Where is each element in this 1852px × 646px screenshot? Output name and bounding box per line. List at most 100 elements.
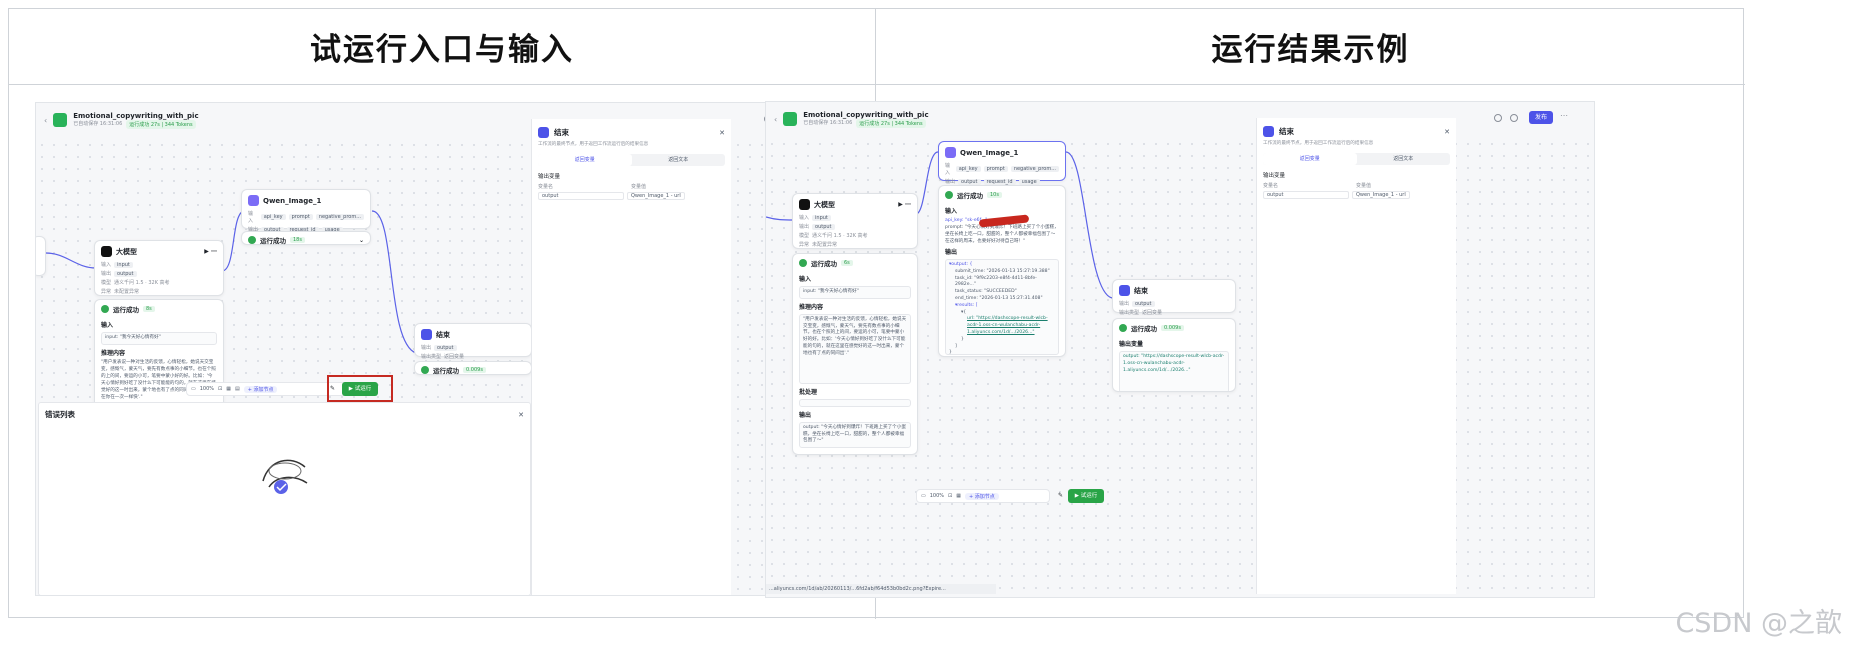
- run-status: 运行成功: [260, 237, 286, 245]
- minimap-icon[interactable]: ▭: [191, 386, 196, 392]
- qwen-input-chip: api_key: [260, 214, 286, 220]
- output-title: 输出: [945, 249, 958, 256]
- output-value[interactable]: output: "https://dashscope-result-wlcb-a…: [1119, 351, 1229, 391]
- llm-run-result: 运行成功 6s 输入 input: "我今天好心情有好" 推理内容 "用户发表说一…: [792, 253, 918, 455]
- llm-model-label: 模型: [799, 233, 810, 239]
- qwen-output-chip: request_id: [983, 178, 1016, 185]
- start-node-edge[interactable]: [36, 236, 46, 276]
- qwen-input-chip: negative_prom...: [315, 214, 364, 220]
- return-mode-switch: 返回变量 返回文本: [538, 154, 725, 166]
- json-line: submit_time: "2026-01-13 15:27:19.388": [955, 268, 1050, 274]
- minimap-icon[interactable]: ▭: [921, 493, 926, 499]
- end-icon: [1263, 126, 1274, 137]
- link-icon[interactable]: [1494, 114, 1502, 122]
- llm-model-label: 模型: [101, 280, 112, 286]
- grid-icon[interactable]: ▦: [226, 386, 231, 392]
- qwen-output-chip: output: [958, 178, 981, 185]
- thinking-title: 推理内容: [101, 349, 126, 357]
- run-node-icon[interactable]: ▶ ⋯: [898, 201, 911, 208]
- run-time: 0.009s: [1161, 325, 1184, 331]
- grid-icon[interactable]: ▦: [956, 493, 961, 499]
- panel-desc: 工作流的最终节点，用于返回工作流运行后的结果信息: [1263, 141, 1374, 146]
- watermark: CSDN @之歆: [1675, 608, 1842, 639]
- success-icon: [1119, 324, 1127, 332]
- col-value: 变量值: [631, 184, 647, 190]
- chevron-down-icon[interactable]: ⌄: [359, 237, 364, 244]
- end-mode: 返回变量: [1142, 310, 1163, 316]
- end-mode: 返回变量: [444, 354, 465, 360]
- qwen-input-chip: prompt: [983, 166, 1008, 172]
- tool-icon[interactable]: ✎: [1058, 492, 1063, 499]
- zoom-level[interactable]: 100%: [200, 386, 214, 392]
- run-time: 6s: [841, 260, 853, 266]
- qwen-input-chip: prompt: [288, 214, 313, 220]
- qwen-image-node[interactable]: Qwen_Image_1 输入 api_key prompt negative_pro…: [938, 141, 1066, 185]
- right-workflow-screenshot: ‹ Emotional_copywriting_with_pic 已自动保存 1…: [765, 101, 1595, 598]
- qwen-image-node[interactable]: Qwen_Image_1 输入 api_key prompt negative_pro…: [241, 189, 371, 233]
- end-run-result[interactable]: 运行成功 0.009s: [414, 361, 532, 375]
- trial-run-button[interactable]: ▶ 试运行: [1068, 489, 1104, 503]
- llm-exception: 未配置异常: [114, 289, 140, 295]
- llm-input-chip: input: [812, 214, 831, 221]
- qwen-input-chip: api_key: [955, 166, 981, 172]
- input-value: input: "我今天好心情有好": [101, 332, 217, 345]
- tab-return-vars[interactable]: 返回变量: [1263, 153, 1357, 165]
- output-json: ▾output: { submit_time: "2026-01-13 15:2…: [945, 259, 1059, 355]
- qwen-run-result[interactable]: 运行成功 18s ⌄: [241, 231, 371, 245]
- publish-button[interactable]: 发布: [1529, 111, 1553, 124]
- qwen-input-label: 输入: [945, 163, 951, 176]
- col-name: 变量名: [538, 184, 554, 190]
- add-node-button[interactable]: + 添加节点: [243, 385, 278, 393]
- fit-icon[interactable]: ⊡: [948, 493, 952, 499]
- run-status: 运行成功: [811, 260, 837, 268]
- json-line: task_status: "SUCCEEDED": [955, 289, 1017, 295]
- input-value: input: "我今天好心情有好": [799, 286, 911, 299]
- layout-icon[interactable]: ▤: [235, 386, 240, 392]
- run-time: 8s: [143, 306, 155, 312]
- more-icon[interactable]: ⋯: [1560, 111, 1568, 120]
- end-output-label: 输出: [1119, 301, 1130, 307]
- history-icon[interactable]: [1510, 114, 1518, 122]
- close-icon[interactable]: ✕: [1444, 128, 1450, 136]
- end-node[interactable]: 结束 输出 output 输出类型 返回变量: [414, 323, 532, 360]
- input-title: 输入: [101, 322, 114, 329]
- highlight-box: [327, 375, 393, 402]
- close-icon[interactable]: ✕: [518, 411, 524, 419]
- output-value: output: "今天心情好到爆炸！下班路上买了个小蛋糕，坐在长椅上吃一口，甜甜…: [799, 421, 911, 449]
- tab-return-text[interactable]: 返回文本: [1357, 153, 1451, 165]
- left-header: 试运行入口与输入: [9, 9, 875, 85]
- var-source-select[interactable]: Qwen_Image_1 - url: [1352, 191, 1410, 199]
- result-url-link[interactable]: url: "https://dashscope-result-wlcb-acdr…: [949, 316, 1055, 336]
- run-node-icon[interactable]: ▶ ⋯: [204, 248, 217, 255]
- end-icon: [421, 329, 432, 340]
- tab-return-vars[interactable]: 返回变量: [538, 154, 632, 166]
- zoom-level[interactable]: 100%: [930, 493, 944, 499]
- add-node-button[interactable]: + 添加节点: [964, 492, 999, 500]
- left-workflow-screenshot: ‹ Emotional_copywriting_with_pic 已自动保存 1…: [35, 102, 859, 596]
- return-mode-switch: 返回变量 返回文本: [1263, 153, 1450, 165]
- end-output-chip: output: [434, 344, 457, 351]
- llm-node[interactable]: 大模型 ▶ ⋯ 输入 input 输出 output 模型 通义千问 1.5 · 32K…: [792, 193, 918, 249]
- output-vars-section: 输出变量: [1263, 173, 1286, 179]
- success-icon: [945, 191, 953, 199]
- tab-return-text[interactable]: 返回文本: [632, 154, 726, 166]
- var-name-input[interactable]: output: [1263, 191, 1349, 199]
- col-value: 变量值: [1356, 183, 1372, 189]
- llm-model: 通义千问 1.5 · 32K 高考: [114, 280, 170, 286]
- success-icon: [248, 236, 256, 244]
- input-line: prompt: "今天心情好到爆炸！下班路上买了个小蛋糕，坐在长椅上吃一口，甜甜…: [945, 225, 1059, 244]
- json-line: }: [961, 336, 964, 342]
- panel-title: 结束: [554, 128, 569, 137]
- llm-node[interactable]: 大模型 ▶ ⋯ 输入 input 输出 output 模型 通义千问 1.5 · 32K…: [94, 240, 224, 296]
- var-source-select[interactable]: Qwen_Image_1 - url: [627, 192, 685, 200]
- success-icon: [799, 259, 807, 267]
- fit-icon[interactable]: ⊡: [218, 386, 222, 392]
- output-title: 输出: [799, 411, 812, 419]
- close-icon[interactable]: ✕: [719, 129, 725, 137]
- qwen-node-title: Qwen_Image_1: [960, 148, 1019, 157]
- var-name-input[interactable]: output: [538, 192, 624, 200]
- input-title: 输入: [945, 208, 958, 215]
- output-vars-section: 输出变量: [538, 174, 561, 180]
- end-node[interactable]: 结束 输出 output 输出类型 返回变量: [1112, 279, 1236, 316]
- panel-desc: 工作流的最终节点，用于返回工作流运行后的结果信息: [538, 142, 649, 147]
